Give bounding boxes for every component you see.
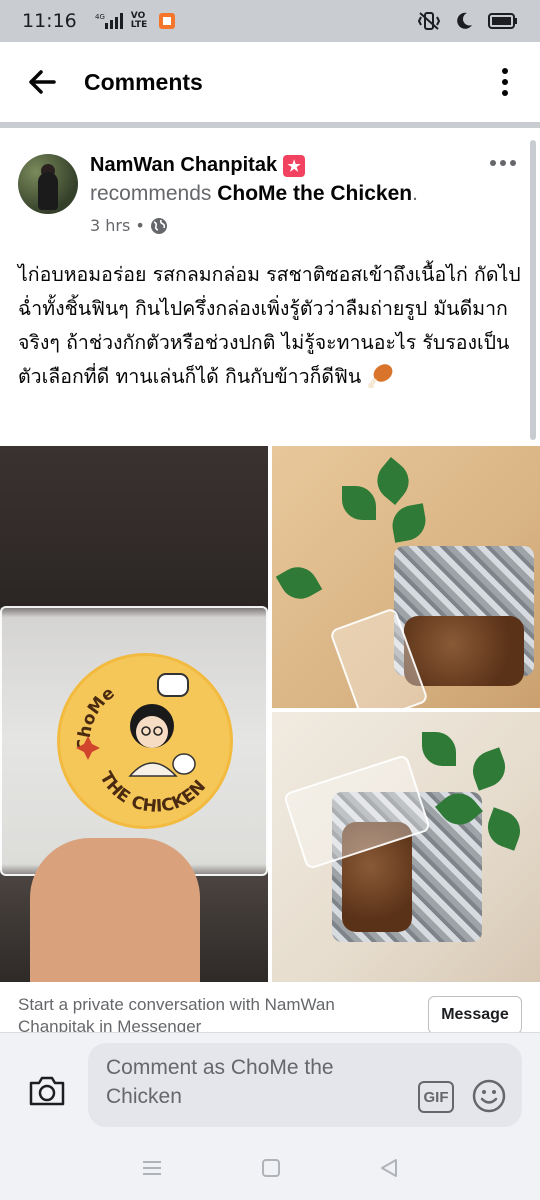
post-time[interactable]: 3 hrs bbox=[90, 216, 130, 235]
drumstick-emoji-icon bbox=[367, 362, 395, 389]
svg-text:ChoMe: ChoMe bbox=[74, 683, 118, 751]
gif-icon[interactable]: GIF bbox=[418, 1081, 454, 1113]
smile-icon[interactable] bbox=[472, 1079, 506, 1113]
more-vertical-icon-dot bbox=[502, 79, 508, 85]
page-link[interactable]: ChoMe the Chicken bbox=[217, 182, 412, 205]
back-button[interactable] bbox=[0, 39, 84, 125]
photo-sticker[interactable]: ChoMe THE CHICKEN bbox=[0, 446, 268, 982]
more-horizontal-icon-dot bbox=[510, 160, 516, 166]
network-label: 4G bbox=[95, 13, 105, 21]
home-icon[interactable] bbox=[262, 1159, 280, 1177]
post-header: NamWan Chanpitak ★ recommends ChoMe the … bbox=[18, 154, 528, 244]
comment-placeholder: Comment as ChoMe the Chicken bbox=[106, 1056, 334, 1108]
photo-grid: ChoMe THE CHICKEN bbox=[0, 446, 540, 982]
avatar[interactable] bbox=[18, 154, 78, 214]
signal-icon: 4G bbox=[95, 13, 123, 29]
more-vertical-icon-dot bbox=[502, 68, 508, 74]
photo-chicken-foil-1[interactable] bbox=[272, 446, 540, 708]
post-body: ไก่อบหอมอร่อย รสกลมกล่อม รสชาติซอสเข้าถึ… bbox=[18, 258, 523, 394]
notification-app-icon bbox=[158, 13, 175, 29]
system-nav-bar bbox=[0, 1136, 540, 1200]
post-content[interactable]: NamWan Chanpitak ★ recommends ChoMe the … bbox=[0, 134, 540, 1034]
post-text: ไก่อบหอมอร่อย รสกลมกล่อม รสชาติซอสเข้าถึ… bbox=[18, 263, 521, 388]
arrow-left-icon bbox=[29, 70, 56, 94]
star-icon: ★ bbox=[283, 154, 306, 177]
logo-drawing: ChoMe THE CHICKEN bbox=[74, 673, 210, 817]
more-horizontal-icon-dot bbox=[490, 160, 496, 166]
recommends-text: recommends bbox=[90, 182, 212, 205]
moon-icon bbox=[457, 12, 472, 29]
messenger-prompt-text: Start a private conversation with NamWan… bbox=[18, 995, 335, 1034]
menu-icon[interactable] bbox=[142, 1160, 162, 1176]
volte-label: VO LTE bbox=[130, 11, 148, 30]
status-time: 11:16 bbox=[22, 10, 77, 32]
author-line: NamWan Chanpitak ★ bbox=[90, 154, 306, 177]
globe-icon bbox=[150, 217, 167, 234]
messenger-prompt: Start a private conversation with NamWan… bbox=[0, 982, 540, 1034]
chome-logo-sticker: ChoMe THE CHICKEN bbox=[60, 656, 230, 826]
comment-input[interactable]: Comment as ChoMe the Chicken GIF bbox=[88, 1043, 522, 1127]
recommendation-line: recommends ChoMe the Chicken. bbox=[90, 182, 418, 206]
camera-icon[interactable] bbox=[28, 1075, 66, 1107]
message-button[interactable]: Message bbox=[428, 996, 522, 1034]
comment-composer: Comment as ChoMe the Chicken GIF bbox=[0, 1032, 540, 1136]
sticker-brand-top: ChoMe bbox=[74, 683, 118, 751]
post-meta: 3 hrs • bbox=[90, 216, 168, 235]
app-bar: Comments bbox=[0, 42, 540, 128]
more-vertical-icon-dot bbox=[502, 90, 508, 96]
meta-separator: • bbox=[135, 216, 145, 235]
vibrate-icon bbox=[418, 12, 440, 30]
page-title: Comments bbox=[84, 68, 203, 95]
photo-chicken-foil-2[interactable] bbox=[272, 712, 540, 982]
more-options-button[interactable] bbox=[470, 39, 540, 125]
post-options-button[interactable] bbox=[490, 160, 516, 166]
author-name[interactable]: NamWan Chanpitak bbox=[90, 154, 277, 177]
status-bar: 11:16 4G VO LTE bbox=[0, 0, 540, 42]
battery-icon bbox=[488, 13, 517, 29]
back-nav-icon[interactable] bbox=[380, 1159, 398, 1177]
more-horizontal-icon-dot bbox=[500, 160, 506, 166]
scrollbar[interactable] bbox=[530, 140, 536, 440]
period: . bbox=[412, 182, 418, 205]
